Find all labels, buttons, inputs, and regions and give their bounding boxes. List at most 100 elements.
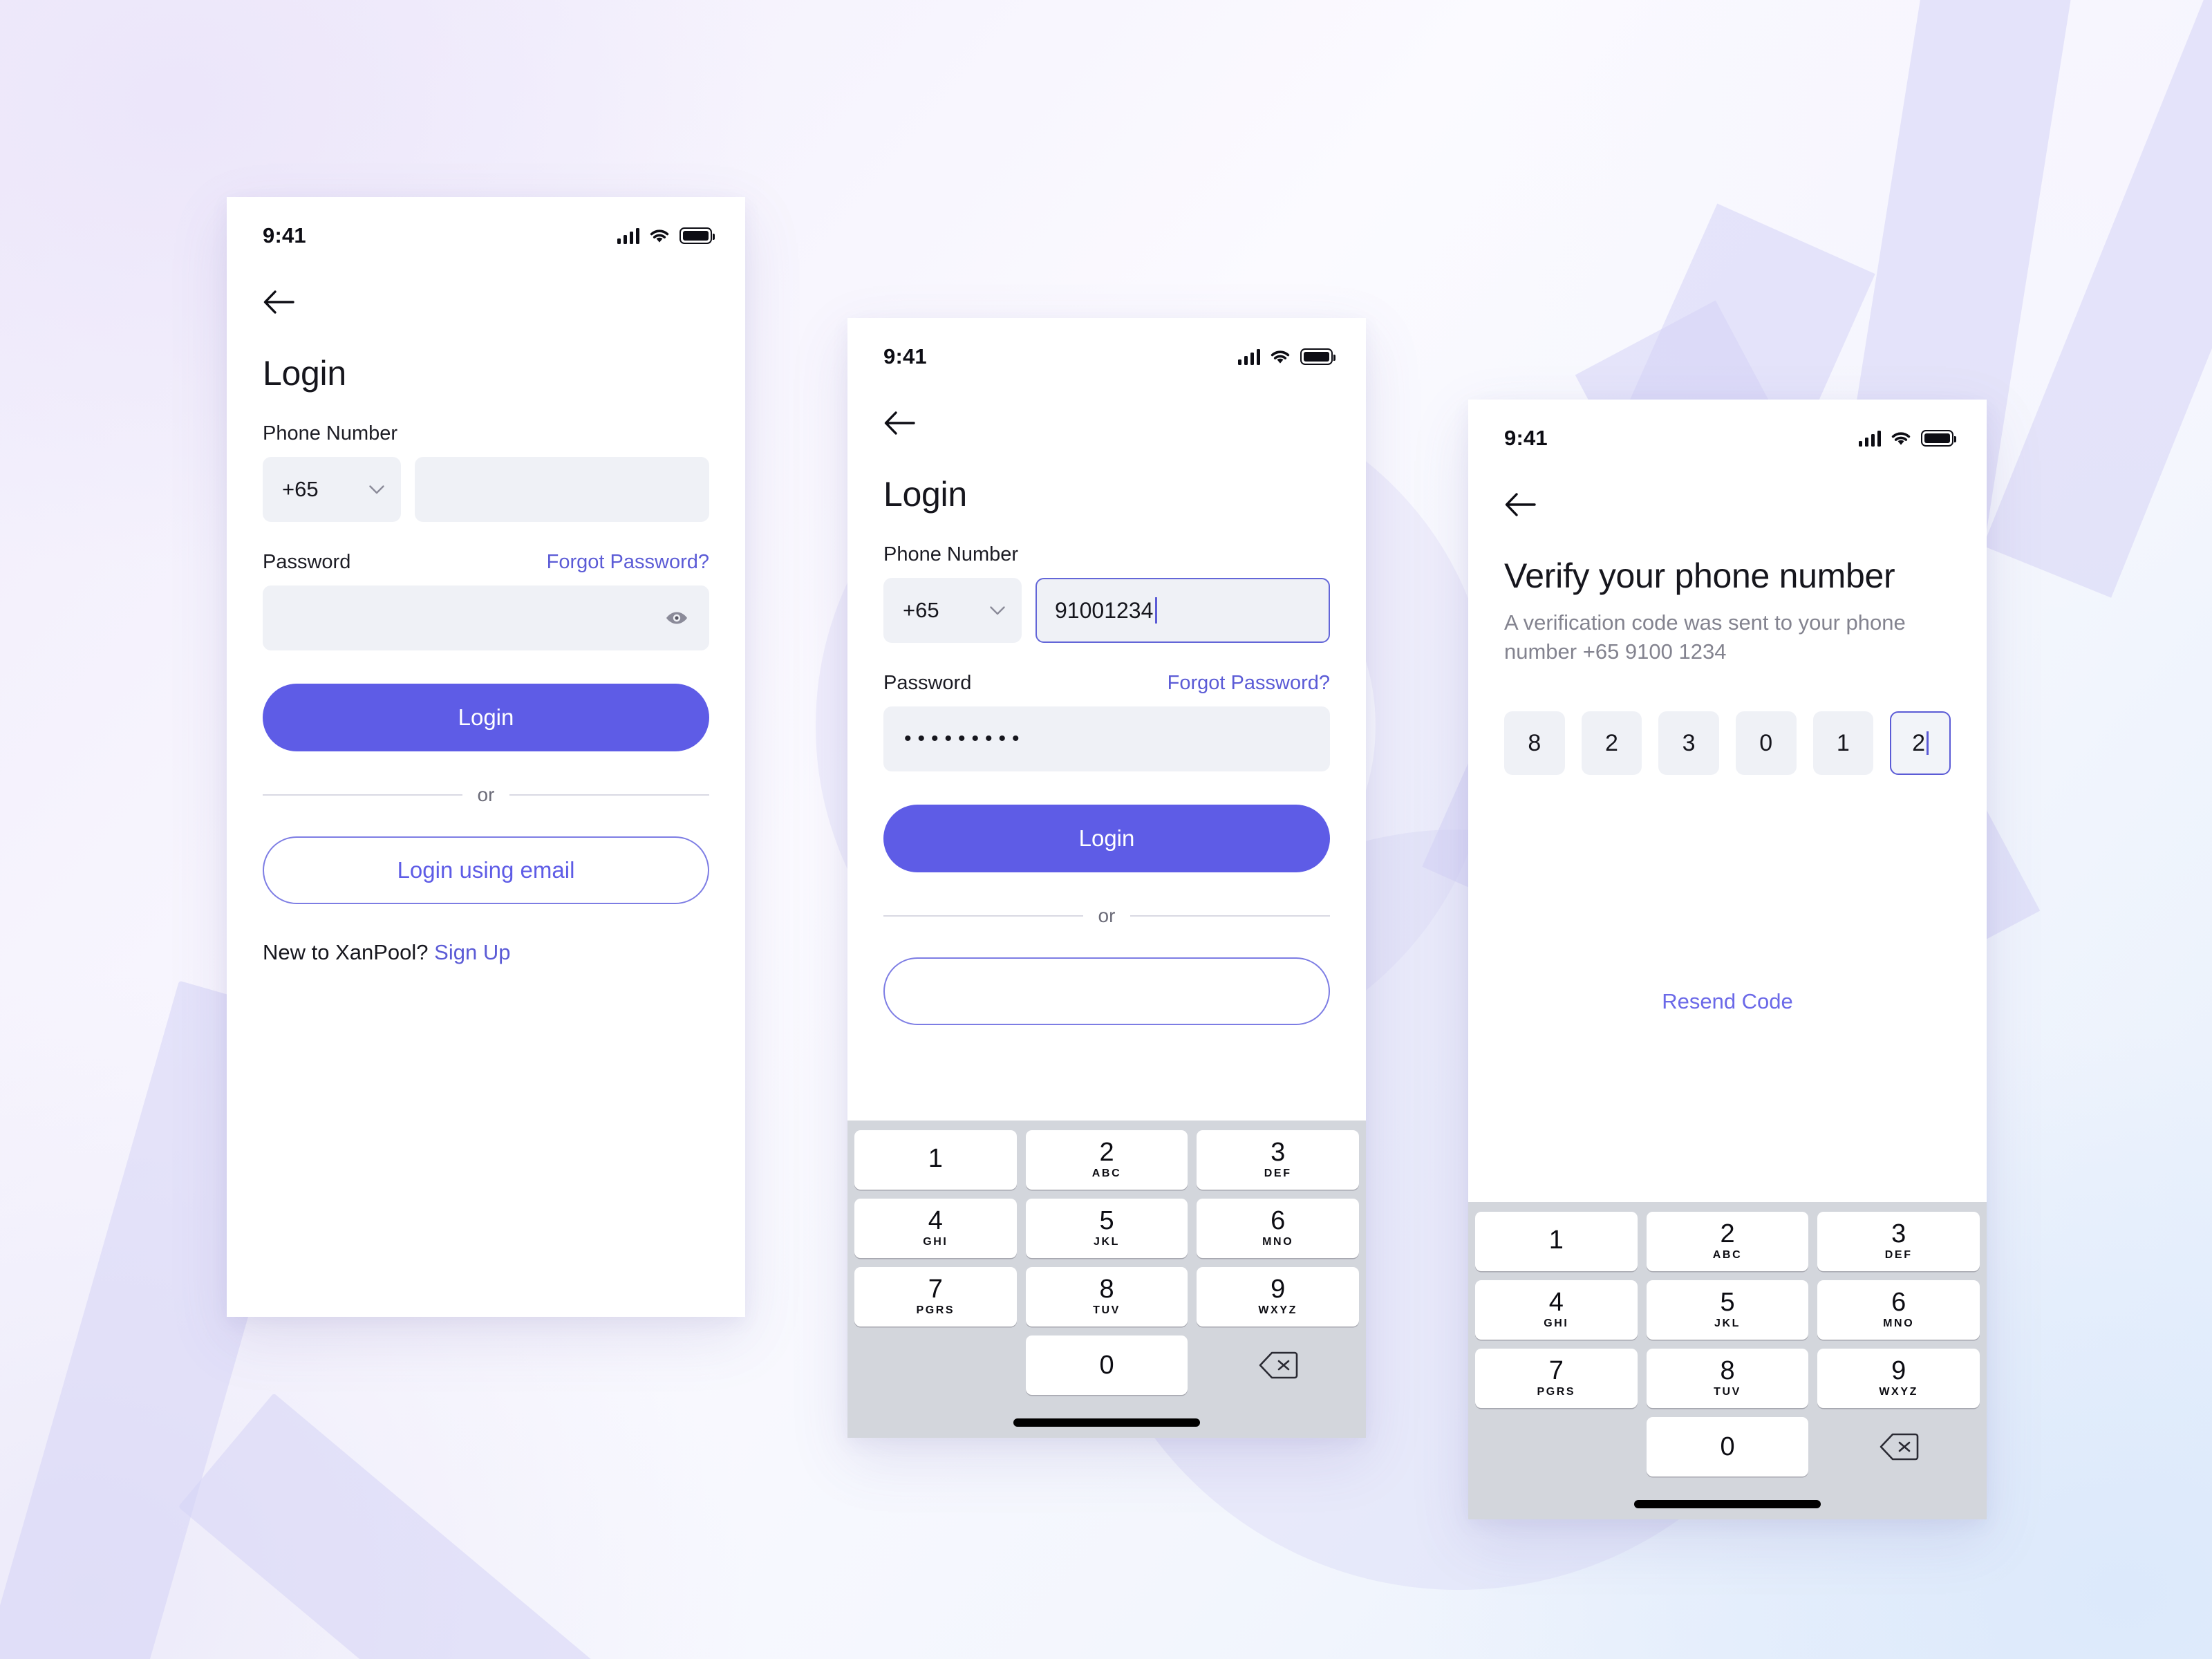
otp-digit-value: 3 xyxy=(1682,729,1696,756)
key-number: 9 xyxy=(1891,1356,1906,1385)
keyboard-row: 0 xyxy=(854,1335,1359,1395)
sign-up-link[interactable]: Sign Up xyxy=(434,940,510,964)
keyboard-row: 7 PGRS 8 TUV 9 WXYZ xyxy=(854,1267,1360,1327)
key-number: 4 xyxy=(1548,1287,1564,1317)
country-code-value: +65 xyxy=(282,477,319,501)
verification-subtitle: A verification code was sent to your pho… xyxy=(1504,610,1906,664)
key-4[interactable]: 4 GHI xyxy=(1475,1280,1638,1340)
key-9[interactable]: 9 WXYZ xyxy=(1197,1267,1360,1327)
key-number: 7 xyxy=(1548,1356,1564,1385)
otp-digit-2[interactable]: 2 xyxy=(1581,711,1642,776)
key-4[interactable]: 4 GHI xyxy=(854,1199,1017,1258)
otp-digit-value: 2 xyxy=(1912,729,1926,756)
status-bar-time: 9:41 xyxy=(263,223,306,247)
key-0[interactable]: 0 xyxy=(1025,1335,1188,1395)
key-letters: GHI xyxy=(1544,1318,1569,1330)
key-7[interactable]: 7 PGRS xyxy=(854,1267,1017,1327)
phone-number-input[interactable] xyxy=(415,457,709,522)
key-8[interactable]: 8 TUV xyxy=(1025,1267,1188,1327)
key-2[interactable]: 2 ABC xyxy=(1646,1212,1809,1271)
key-1[interactable]: 1 xyxy=(1475,1212,1638,1271)
key-letters: JKL xyxy=(1093,1236,1121,1248)
key-0[interactable]: 0 xyxy=(1646,1417,1809,1477)
key-7[interactable]: 7 PGRS xyxy=(1475,1349,1638,1408)
keyboard-row: 0 xyxy=(1475,1417,1980,1477)
phone-number-input[interactable]: 91001234 xyxy=(1035,578,1330,643)
key-letters: ABC xyxy=(1091,1168,1122,1180)
key-number: 9 xyxy=(1271,1274,1286,1304)
numeric-keyboard: 1 2 ABC 3 DEF 4 GHI 5 JKL 6 MNO 7 PGRS 8 TUV 9W… xyxy=(1468,1202,1987,1519)
key-8[interactable]: 8 TUV xyxy=(1646,1349,1809,1408)
country-code-select[interactable]: +65 xyxy=(263,457,401,522)
back-arrow-icon[interactable] xyxy=(263,288,294,316)
key-letters: TUV xyxy=(1093,1304,1121,1317)
wifi-icon xyxy=(1271,350,1290,364)
chevron-down-icon xyxy=(369,485,384,494)
backspace-delete-icon[interactable] xyxy=(1197,1335,1359,1395)
otp-digit-5[interactable]: 1 xyxy=(1812,711,1874,776)
text-cursor xyxy=(1927,731,1929,756)
key-letters: MNO xyxy=(1262,1236,1294,1248)
password-input[interactable] xyxy=(263,585,709,650)
login-button[interactable]: Login xyxy=(263,684,709,751)
phone-number-value: 91001234 xyxy=(1055,597,1154,623)
back-arrow-icon[interactable] xyxy=(1504,491,1536,518)
key-number: 8 xyxy=(1720,1356,1735,1385)
key-3[interactable]: 3 DEF xyxy=(1817,1212,1980,1271)
key-9[interactable]: 9 WXYZ xyxy=(1817,1349,1980,1408)
back-arrow-icon[interactable] xyxy=(883,409,915,437)
cellular-signal-icon xyxy=(1858,431,1881,447)
key-letters: DEF xyxy=(1884,1249,1913,1262)
keyboard-row: 7 PGRS 8 TUV 9 WXYZ xyxy=(1475,1349,1980,1408)
divider-line-right xyxy=(509,794,709,796)
country-code-value: +65 xyxy=(903,598,939,622)
forgot-password-link[interactable]: Forgot Password? xyxy=(1168,672,1330,695)
key-2[interactable]: 2 ABC xyxy=(1025,1130,1188,1190)
otp-digit-6[interactable]: 2 xyxy=(1890,711,1951,776)
numeric-keyboard: 1 2 ABC 3 DEF 4 GHI 5 JKL 6 MNO 7 PGRS 8 TUV 9W… xyxy=(847,1121,1366,1438)
key-5[interactable]: 5 JKL xyxy=(1025,1199,1188,1258)
login-using-email-button[interactable]: Login using email xyxy=(263,836,709,904)
country-code-select[interactable]: +65 xyxy=(883,578,1022,643)
key-1[interactable]: 1 xyxy=(854,1130,1017,1190)
key-letters: WXYZ xyxy=(1258,1304,1297,1317)
otp-digit-1[interactable]: 8 xyxy=(1504,711,1565,776)
keyboard-rows: 1 2 ABC 3 DEF 4 GHI 5 JKL 6 MNO 7 PGRS 8 TUV 9W… xyxy=(1475,1212,1980,1477)
key-number: 6 xyxy=(1271,1206,1286,1235)
password-label: Password xyxy=(883,672,972,694)
status-bar: 9:41 xyxy=(847,318,1366,377)
battery-icon xyxy=(1300,348,1335,365)
resend-code-link[interactable]: Resend Code xyxy=(1504,989,1951,1014)
phone-mockup-login-filled: 9:41 Login Phone Number +65 91001234 Pas… xyxy=(847,318,1366,1438)
otp-digit-4[interactable]: 0 xyxy=(1735,711,1797,776)
login-screen-body: Login Phone Number +65 Password Forgot P… xyxy=(227,288,745,1317)
forgot-password-link[interactable]: Forgot Password? xyxy=(547,551,709,574)
status-bar-time: 9:41 xyxy=(1504,426,1548,450)
otp-digit-value: 1 xyxy=(1836,729,1850,756)
key-number: 2 xyxy=(1720,1219,1735,1248)
backspace-delete-icon[interactable] xyxy=(1817,1417,1980,1477)
login-button[interactable]: Login xyxy=(883,805,1330,872)
signup-prompt-text: New to XanPool? xyxy=(263,940,429,964)
key-letters: DEF xyxy=(1264,1168,1292,1180)
key-number: 3 xyxy=(1891,1219,1906,1248)
key-6[interactable]: 6 MNO xyxy=(1817,1280,1980,1340)
key-3[interactable]: 3 DEF xyxy=(1197,1130,1360,1190)
or-divider: or xyxy=(263,784,709,806)
key-number: 1 xyxy=(1548,1225,1564,1255)
status-bar: 9:41 xyxy=(1468,400,1987,459)
otp-digit-3[interactable]: 3 xyxy=(1658,711,1719,776)
password-input[interactable]: ••••••••• xyxy=(883,706,1330,771)
phone-number-field-group: +65 xyxy=(263,457,709,522)
keyboard-row: 4 GHI 5 JKL 6 MNO xyxy=(1475,1280,1980,1340)
key-5[interactable]: 5 JKL xyxy=(1646,1280,1809,1340)
eye-icon[interactable] xyxy=(665,606,688,630)
login-using-email-button[interactable] xyxy=(883,957,1330,1025)
key-number: 6 xyxy=(1891,1287,1906,1317)
otp-digit-value: 8 xyxy=(1528,729,1541,756)
key-letters: PGRS xyxy=(916,1304,955,1317)
page-title: Verify your phone number xyxy=(1504,556,1895,595)
status-bar-icons xyxy=(617,227,715,244)
status-bar-time: 9:41 xyxy=(883,344,927,368)
key-6[interactable]: 6 MNO xyxy=(1197,1199,1360,1258)
